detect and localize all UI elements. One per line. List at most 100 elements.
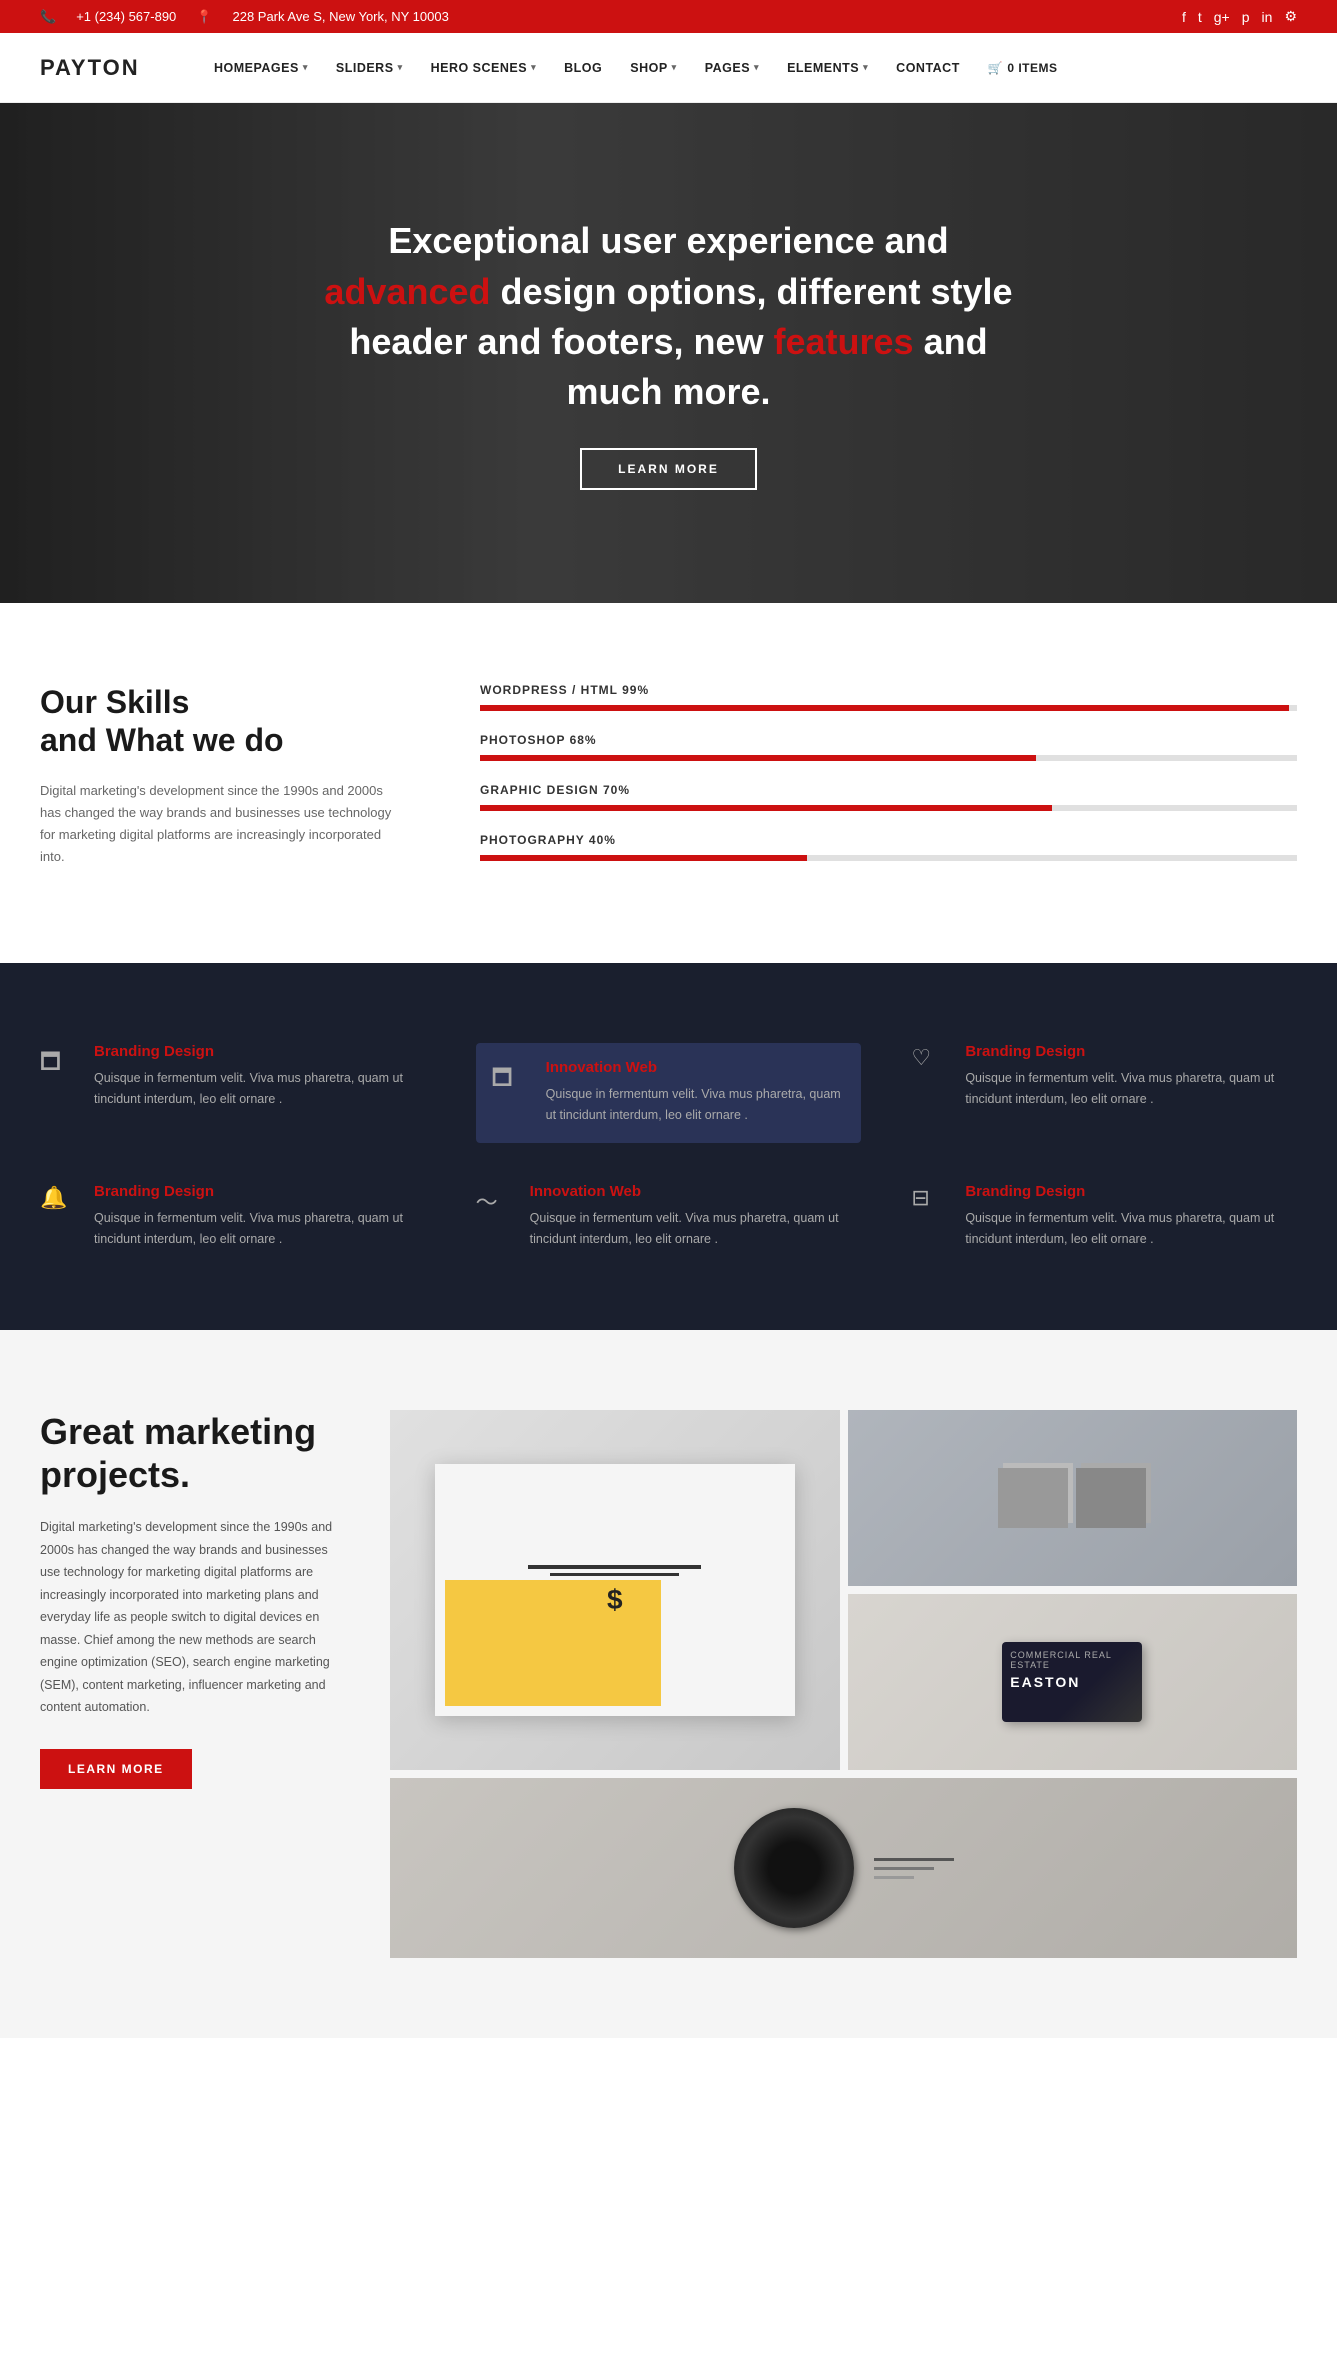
nav-menu: HOMEPAGES ▾ SLIDERS ▾ HERO SCENES ▾ BLOG… — [200, 33, 1297, 103]
skills-text: Our Skills and What we do Digital market… — [40, 683, 400, 868]
service-title-5: Branding Design — [965, 1183, 1297, 1200]
service-title-2: Branding Design — [965, 1043, 1297, 1060]
chevron-down-icon: ▾ — [398, 62, 403, 73]
project-2-boxes — [998, 1468, 1146, 1528]
service-desc-2: Quisque in fermentum velit. Viva mus pha… — [965, 1068, 1297, 1111]
site-logo[interactable]: PAYTON — [40, 55, 160, 81]
project-1-line — [528, 1565, 701, 1569]
navbar: PAYTON HOMEPAGES ▾ SLIDERS ▾ HERO SCENES… — [0, 33, 1337, 103]
skill-bar-fill-1 — [480, 755, 1036, 761]
service-text-1: Innovation Web Quisque in fermentum veli… — [546, 1059, 846, 1127]
skill-label-2: GRAPHIC DESIGN 70% — [480, 783, 1297, 797]
service-desc-5: Quisque in fermentum velit. Viva mus pha… — [965, 1208, 1297, 1251]
service-item-5: ⊟ Branding Design Quisque in fermentum v… — [911, 1183, 1297, 1251]
nav-item-elements[interactable]: ELEMENTS ▾ — [773, 33, 882, 103]
chevron-down-icon: ▾ — [672, 62, 677, 73]
skills-bars: WORDPRESS / HTML 99% PHOTOSHOP 68% GRAPH… — [480, 683, 1297, 883]
vinyl-label — [874, 1858, 954, 1879]
skill-item-1: PHOTOSHOP 68% — [480, 733, 1297, 761]
projects-section: Great marketing projects. Digital market… — [0, 1330, 1337, 2038]
hero-learn-more-button[interactable]: LEARN MORE — [580, 448, 757, 490]
chevron-down-icon: ▾ — [531, 62, 536, 73]
hero-content: Exceptional user experience and advanced… — [289, 216, 1049, 490]
project-image-4[interactable] — [390, 1778, 1297, 1958]
service-item-1: 🗖 Innovation Web Quisque in fermentum ve… — [476, 1043, 862, 1143]
service-icon-2: ♡ — [911, 1045, 947, 1071]
service-icon-4: 〜 — [476, 1185, 512, 1217]
project-4-content — [390, 1778, 1297, 1958]
skill-bar-bg-1 — [480, 755, 1297, 761]
nav-item-homepages[interactable]: HOMEPAGES ▾ — [200, 33, 322, 103]
skills-description: Digital marketing's development since th… — [40, 780, 400, 868]
service-desc-3: Quisque in fermentum velit. Viva mus pha… — [94, 1208, 426, 1251]
nav-item-shop[interactable]: SHOP ▾ — [616, 33, 690, 103]
skill-bar-bg-0 — [480, 705, 1297, 711]
skill-bar-fill-3 — [480, 855, 807, 861]
project-1-line2 — [550, 1573, 679, 1576]
service-icon-1: 🗖 — [492, 1061, 528, 1099]
nav-item-contact[interactable]: CONTACT — [882, 33, 974, 103]
settings-icon[interactable]: ⚙ — [1284, 8, 1297, 25]
skill-item-3: PHOTOGRAPHY 40% — [480, 833, 1297, 861]
project-image-2[interactable] — [848, 1410, 1298, 1586]
skill-label-0: WORDPRESS / HTML 99% — [480, 683, 1297, 697]
social-links: f t g+ p in ⚙ — [1182, 8, 1297, 25]
skill-item-2: GRAPHIC DESIGN 70% — [480, 783, 1297, 811]
projects-text: Great marketing projects. Digital market… — [40, 1410, 350, 1789]
address: 228 Park Ave S, New York, NY 10003 — [232, 9, 448, 24]
service-item-2: ♡ Branding Design Quisque in fermentum v… — [911, 1043, 1297, 1143]
skill-bar-fill-2 — [480, 805, 1052, 811]
project-1-content: $ — [507, 1565, 723, 1616]
vinyl-record — [734, 1808, 854, 1928]
projects-heading: Great marketing projects. — [40, 1410, 350, 1496]
google-plus-icon[interactable]: g+ — [1214, 9, 1230, 25]
projects-grid: $ COMMERCIAL REAL ESTATE EASTON — [390, 1410, 1297, 1958]
service-item-3: 🔔 Branding Design Quisque in fermentum v… — [40, 1183, 426, 1251]
service-icon-3: 🔔 — [40, 1185, 76, 1211]
phone-number: +1 (234) 567-890 — [76, 9, 176, 24]
box1 — [998, 1468, 1068, 1528]
service-desc-4: Quisque in fermentum velit. Viva mus pha… — [530, 1208, 862, 1251]
top-bar: 📞 +1 (234) 567-890 📍 228 Park Ave S, New… — [0, 0, 1337, 33]
box2 — [1076, 1468, 1146, 1528]
chevron-down-icon: ▾ — [754, 62, 759, 73]
chevron-down-icon: ▾ — [863, 62, 868, 73]
facebook-icon[interactable]: f — [1182, 9, 1186, 25]
nav-item-hero-scenes[interactable]: HERO SCENES ▾ — [417, 33, 551, 103]
service-item-4: 〜 Innovation Web Quisque in fermentum ve… — [476, 1183, 862, 1251]
linkedin-icon[interactable]: in — [1262, 9, 1273, 25]
skill-bar-fill-0 — [480, 705, 1289, 711]
project-3-content: COMMERCIAL REAL ESTATE EASTON — [848, 1594, 1298, 1770]
project-image-3[interactable]: COMMERCIAL REAL ESTATE EASTON — [848, 1594, 1298, 1770]
service-text-2: Branding Design Quisque in fermentum vel… — [965, 1043, 1297, 1111]
phone-icon: 📞 — [40, 9, 56, 25]
service-item-0: 🗖 Branding Design Quisque in fermentum v… — [40, 1043, 426, 1143]
service-desc-1: Quisque in fermentum velit. Viva mus pha… — [546, 1084, 846, 1127]
nav-item-blog[interactable]: BLOG — [550, 33, 616, 103]
service-desc-0: Quisque in fermentum velit. Viva mus pha… — [94, 1068, 426, 1111]
skill-item-0: WORDPRESS / HTML 99% — [480, 683, 1297, 711]
pinterest-icon[interactable]: p — [1242, 9, 1250, 25]
twitter-icon[interactable]: t — [1198, 9, 1202, 25]
nav-item-pages[interactable]: PAGES ▾ — [691, 33, 773, 103]
project-1-dollar: $ — [507, 1584, 723, 1616]
hero-heading: Exceptional user experience and advanced… — [309, 216, 1029, 418]
nav-item-sliders[interactable]: SLIDERS ▾ — [322, 33, 417, 103]
project-image-1[interactable]: $ — [390, 1410, 840, 1770]
location-icon: 📍 — [196, 9, 212, 25]
services-section: 🗖 Branding Design Quisque in fermentum v… — [0, 963, 1337, 1330]
skill-label-1: PHOTOSHOP 68% — [480, 733, 1297, 747]
cart-button[interactable]: 🛒 0 ITEMS — [974, 33, 1072, 103]
service-title-4: Innovation Web — [530, 1183, 862, 1200]
skills-section: Our Skills and What we do Digital market… — [0, 603, 1337, 963]
service-title-3: Branding Design — [94, 1183, 426, 1200]
projects-learn-more-button[interactable]: LEARN MORE — [40, 1749, 192, 1789]
business-card: COMMERCIAL REAL ESTATE EASTON — [1002, 1642, 1142, 1722]
chevron-down-icon: ▾ — [303, 62, 308, 73]
skill-bar-bg-3 — [480, 855, 1297, 861]
service-text-4: Innovation Web Quisque in fermentum veli… — [530, 1183, 862, 1251]
service-icon-0: 🗖 — [40, 1045, 76, 1083]
projects-description: Digital marketing's development since th… — [40, 1516, 350, 1719]
service-text-3: Branding Design Quisque in fermentum vel… — [94, 1183, 426, 1251]
service-text-0: Branding Design Quisque in fermentum vel… — [94, 1043, 426, 1111]
